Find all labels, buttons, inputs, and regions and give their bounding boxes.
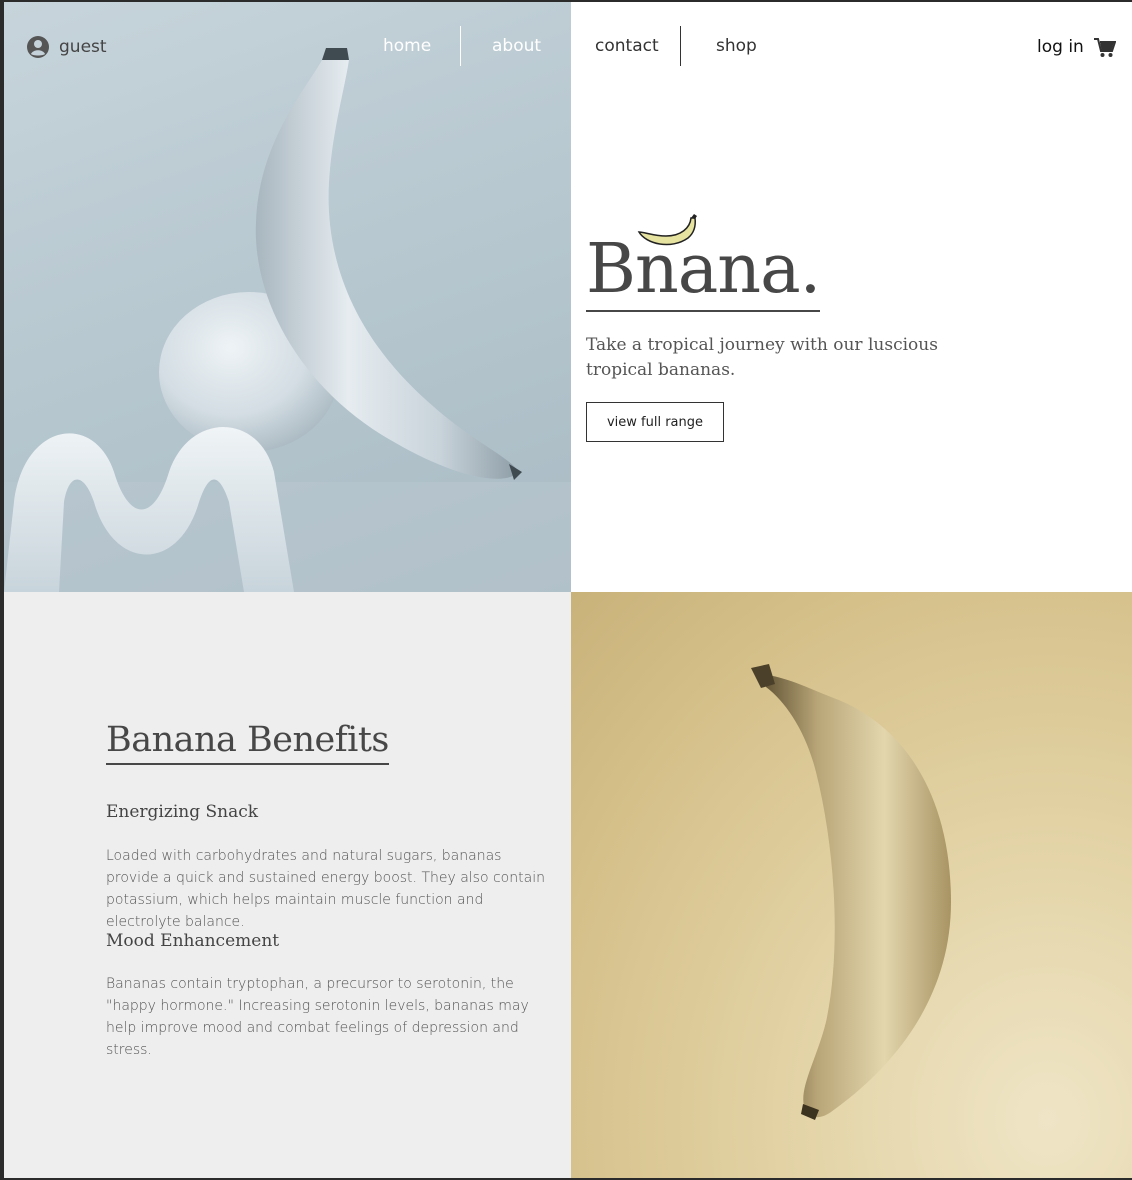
benefits-title: Banana Benefits (106, 720, 389, 765)
benefits-section: Banana Benefits Energizing Snack Loaded … (4, 592, 571, 1178)
nav-link-contact[interactable]: contact (595, 36, 659, 56)
benefit-body: Loaded with carbohydrates and natural su… (106, 848, 545, 930)
login-link[interactable]: log in (1037, 37, 1084, 57)
user-circle-icon (27, 36, 49, 58)
page: guest home about contact shop log in Bna… (4, 2, 1132, 1178)
user-account[interactable]: guest (27, 36, 107, 58)
nav-link-home[interactable]: home (383, 36, 431, 56)
nav-link-about[interactable]: about (492, 36, 541, 56)
nav-divider (460, 26, 461, 66)
top-navigation: guest home about contact shop log in (4, 2, 1132, 92)
nav-divider (680, 26, 681, 66)
hero-tagline: Take a tropical journey with our lusciou… (586, 335, 938, 380)
cart-icon[interactable] (1094, 38, 1116, 58)
brand-title: Bnana. (586, 212, 821, 312)
brand-block: Bnana. (586, 212, 821, 312)
benefit-heading: Mood Enhancement (106, 931, 280, 951)
user-label: guest (59, 37, 107, 57)
sepia-banana-photo (571, 592, 1132, 1178)
nav-link-shop[interactable]: shop (716, 36, 757, 56)
benefit-heading: Energizing Snack (106, 802, 259, 822)
benefit-body: Bananas contain tryptophan, a precursor … (106, 976, 529, 1058)
view-full-range-button[interactable]: view full range (586, 402, 724, 442)
